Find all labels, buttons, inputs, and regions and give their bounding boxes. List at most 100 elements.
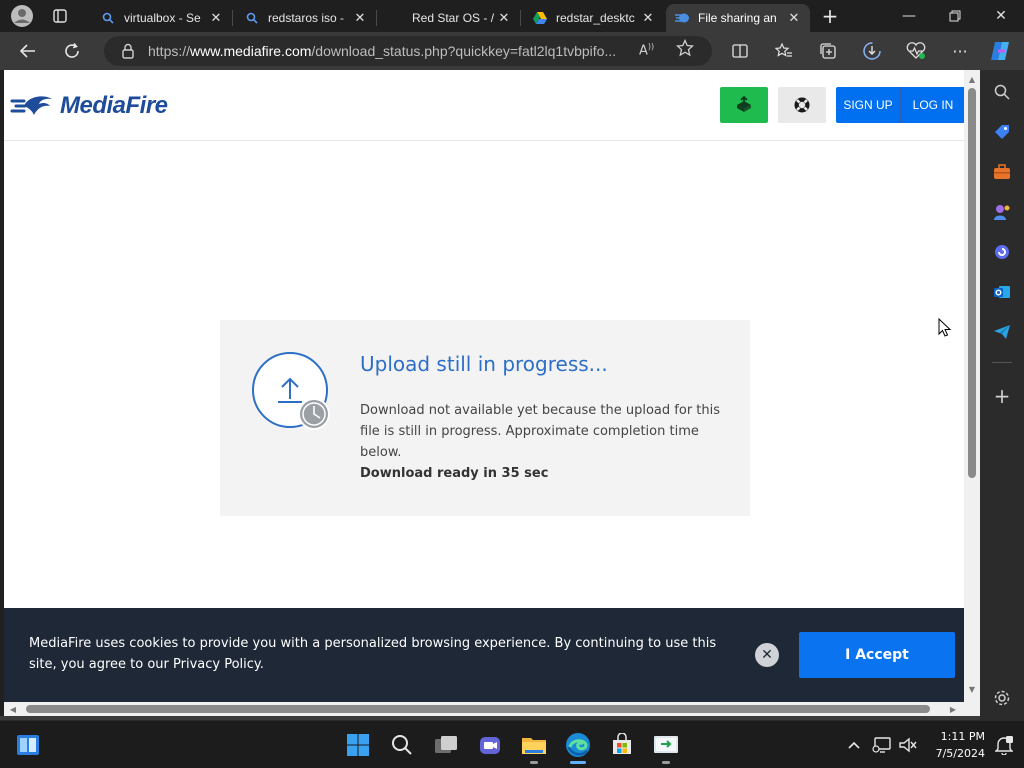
sidebar-settings-gear-icon[interactable] — [990, 686, 1014, 710]
running-indicator — [662, 761, 670, 764]
system-clock[interactable]: 1:11 PM 7/5/2024 — [925, 728, 985, 762]
read-aloud-icon[interactable]: A)) — [639, 42, 654, 58]
volume-muted-icon[interactable] — [892, 729, 924, 761]
lock-icon[interactable] — [114, 43, 142, 59]
mediafire-icon — [674, 10, 690, 26]
games-icon[interactable] — [990, 200, 1014, 224]
cookie-close-icon[interactable]: ✕ — [755, 643, 779, 667]
tab-file-sharing-active[interactable]: File sharing an ✕ — [666, 4, 810, 32]
tab-title: File sharing an — [698, 11, 777, 25]
url-scheme: https:// — [148, 43, 191, 59]
tab-red-star-os[interactable]: Red Star OS - / ✕ — [380, 4, 520, 32]
telegram-send-icon[interactable] — [990, 320, 1014, 344]
favorites-icon[interactable] — [770, 37, 798, 65]
accept-cookies-button[interactable]: I Accept — [799, 632, 955, 678]
back-arrow-icon[interactable] — [12, 35, 44, 67]
tab-actions-icon[interactable] — [44, 0, 76, 32]
downloads-icon[interactable] — [858, 37, 886, 65]
address-bar[interactable]: https://www.mediafire.com/download_statu… — [104, 36, 712, 66]
upload-pending-icon — [252, 352, 330, 430]
auth-buttons: SIGN UP LOG IN — [836, 87, 965, 123]
shopping-tag-icon[interactable] — [990, 120, 1014, 144]
browser-essentials-icon[interactable] — [902, 37, 930, 65]
minimize-icon[interactable]: — — [886, 0, 932, 32]
refresh-icon[interactable] — [56, 35, 88, 67]
restore-icon[interactable] — [932, 0, 978, 32]
copilot-sidebar-icon[interactable] — [990, 240, 1014, 264]
task-view-icon[interactable] — [430, 729, 462, 761]
running-indicator — [530, 761, 538, 764]
close-tab-icon[interactable]: ✕ — [786, 10, 802, 26]
url-host: www.mediafire.com — [190, 43, 312, 59]
close-window-icon[interactable]: ✕ — [978, 0, 1024, 32]
tab-title: redstaros iso - — [268, 11, 345, 25]
status-description: Download not available yet because the u… — [360, 403, 721, 460]
virtual-machine-app-icon[interactable] — [650, 729, 682, 761]
start-windows-icon[interactable] — [342, 729, 374, 761]
site-header: MediaFire SIGN UP LOG IN — [4, 70, 968, 141]
edge-browser-icon[interactable] — [562, 729, 594, 761]
upload-status-card: Upload still in progress... Download not… — [220, 320, 750, 516]
close-tab-icon[interactable]: ✕ — [208, 10, 224, 26]
widgets-icon[interactable] — [12, 729, 44, 761]
active-app-indicator — [570, 761, 586, 764]
close-tab-icon[interactable]: ✕ — [496, 10, 512, 26]
tab-title: Red Star OS - / — [412, 11, 495, 25]
mediafire-logo[interactable]: MediaFire — [10, 92, 168, 120]
tab-separator — [376, 10, 377, 26]
cookie-text: MediaFire uses cookies to provide you wi… — [29, 636, 717, 672]
tab-virtualbox[interactable]: virtualbox - Se ✕ — [92, 4, 232, 32]
file-explorer-icon[interactable] — [518, 729, 550, 761]
tab-separator — [520, 10, 521, 26]
scroll-right-icon[interactable]: ▶ — [946, 702, 960, 716]
taskbar-search-icon[interactable] — [386, 729, 418, 761]
scrollbar-corner — [964, 702, 980, 716]
profile-avatar-icon[interactable] — [6, 0, 38, 32]
web-page: MediaFire SIGN UP LOG IN Upload still in… — [4, 70, 968, 702]
clock-time: 1:11 PM — [940, 730, 985, 743]
clock-date: 7/5/2024 — [935, 747, 985, 760]
collections-icon[interactable] — [814, 37, 842, 65]
tab-redstaros-iso[interactable]: redstaros iso - ✕ — [236, 4, 376, 32]
split-screen-icon[interactable] — [726, 37, 754, 65]
sidebar-search-icon[interactable] — [990, 80, 1014, 104]
microsoft-store-icon[interactable] — [606, 729, 638, 761]
tools-briefcase-icon[interactable] — [990, 160, 1014, 184]
tab-redstar-desktop[interactable]: redstar_desktc ✕ — [524, 4, 664, 32]
windows-taskbar: 1:11 PM 7/5/2024 — [0, 720, 1024, 768]
notifications-bell-icon[interactable] — [988, 729, 1020, 761]
close-tab-icon[interactable]: ✕ — [352, 10, 368, 26]
lifebuoy-icon — [794, 97, 810, 113]
add-sidebar-app-icon[interactable]: + — [990, 384, 1014, 408]
vertical-scrollbar[interactable]: ▲ ▼ — [964, 70, 980, 702]
scroll-up-icon[interactable]: ▲ — [964, 72, 980, 86]
search-icon — [244, 10, 260, 26]
edge-sidebar: + — [980, 70, 1024, 720]
scroll-down-icon[interactable]: ▼ — [964, 682, 980, 696]
help-button[interactable] — [778, 87, 826, 123]
sign-up-button[interactable]: SIGN UP — [836, 87, 900, 123]
outlook-icon[interactable] — [990, 280, 1014, 304]
horizontal-scroll-thumb[interactable] — [26, 705, 930, 713]
download-countdown: Download ready in 35 sec — [360, 466, 549, 481]
favorite-star-icon[interactable] — [675, 38, 695, 61]
copilot-icon[interactable] — [986, 37, 1014, 65]
flag-icon — [388, 10, 404, 26]
teams-meet-icon[interactable] — [474, 729, 506, 761]
log-in-button[interactable]: LOG IN — [900, 87, 965, 123]
scroll-left-icon[interactable]: ◀ — [6, 702, 20, 716]
sidebar-divider — [992, 362, 1012, 363]
upload-icon — [737, 96, 751, 112]
horizontal-scrollbar[interactable]: ◀ ▶ — [4, 702, 964, 716]
search-icon — [100, 10, 116, 26]
browser-toolbar: https://www.mediafire.com/download_statu… — [0, 32, 1024, 70]
url-text[interactable]: https://www.mediafire.com/download_statu… — [148, 43, 628, 59]
tab-separator — [232, 10, 233, 26]
close-tab-icon[interactable]: ✕ — [640, 10, 656, 26]
drive-icon — [532, 10, 548, 26]
more-options-icon[interactable]: ··· — [946, 37, 974, 65]
upload-button[interactable] — [720, 87, 768, 123]
mouse-cursor-icon — [938, 318, 952, 337]
vertical-scroll-thumb[interactable] — [968, 88, 976, 478]
new-tab-icon[interactable]: + — [816, 0, 844, 32]
